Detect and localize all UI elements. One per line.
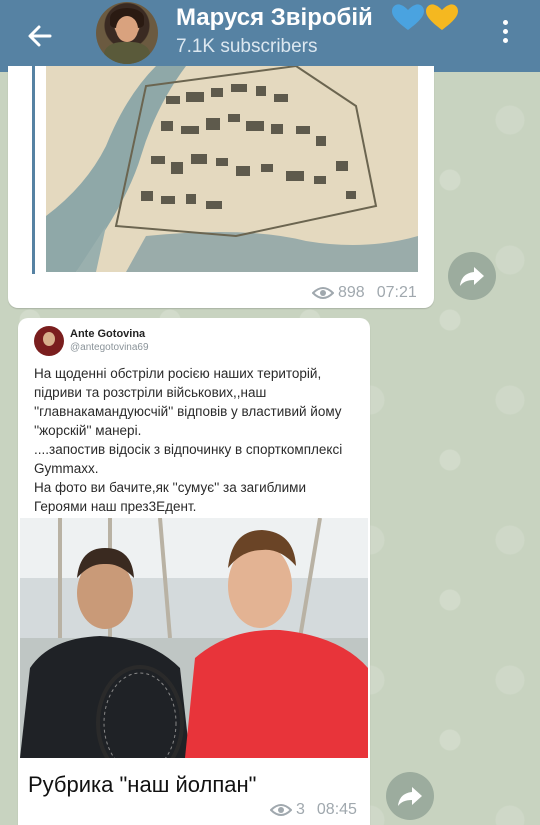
- channel-title[interactable]: Маруся Звіробій: [176, 4, 373, 32]
- more-menu-icon[interactable]: [490, 16, 520, 56]
- views-eye-icon: [270, 804, 292, 816]
- view-count: 898: [338, 284, 365, 301]
- back-arrow-icon[interactable]: [22, 18, 58, 54]
- channel-header: Маруся Звіробій 7.1K subscribers: [0, 0, 540, 72]
- forward-arrow-icon: [460, 267, 484, 286]
- photo-image[interactable]: [20, 518, 368, 758]
- message-meta: 898 07:21: [312, 284, 417, 302]
- message-meta: 3 08:45: [270, 801, 357, 819]
- message-caption: Рубрика "наш йолпан": [28, 772, 257, 797]
- tweet-screenshot[interactable]: Ante Gotovina @antegotovina69 На щоденні…: [18, 320, 368, 520]
- hearts-emoji-icon: [392, 4, 458, 30]
- message-time: 07:21: [376, 284, 417, 301]
- map-image[interactable]: [46, 66, 418, 272]
- subscriber-count: 7.1K subscribers: [176, 36, 318, 57]
- tweet-author: Ante Gotovina: [70, 328, 146, 340]
- tweet-handle: @antegotovina69: [70, 342, 149, 353]
- view-count: 3: [296, 801, 305, 818]
- channel-avatar[interactable]: [96, 2, 158, 64]
- tweet-text: На щоденні обстріли росією наших територ…: [34, 366, 343, 514]
- tweet-avatar: [34, 326, 64, 356]
- views-eye-icon: [312, 287, 334, 299]
- message-time: 08:45: [316, 801, 357, 818]
- forward-button[interactable]: [386, 772, 434, 820]
- forward-button[interactable]: [448, 252, 496, 300]
- quote-bar: [32, 66, 35, 274]
- forward-arrow-icon: [398, 787, 422, 806]
